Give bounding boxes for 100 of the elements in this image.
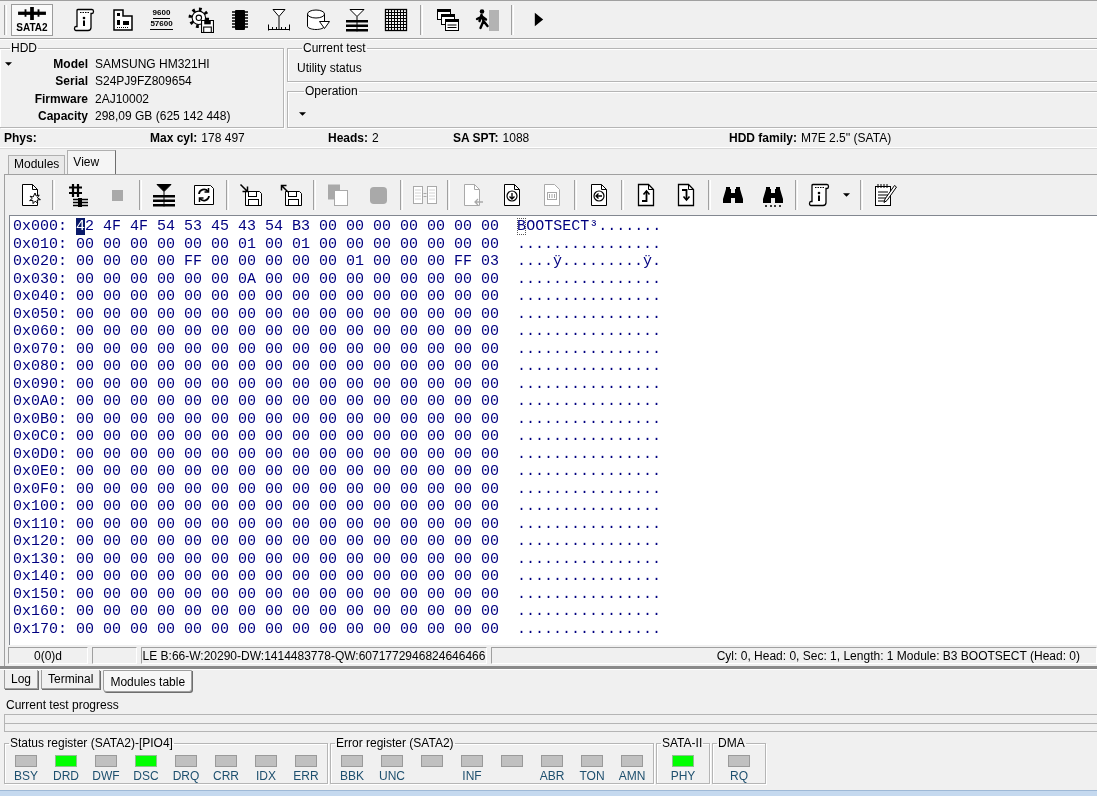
ascii-text: BOOTSECT³....... <box>517 218 662 236</box>
offset-label: 0x090: <box>13 375 67 393</box>
tab[interactable]: Log <box>4 670 39 689</box>
field-label: HDD family: <box>729 130 797 145</box>
panel-title: DMA <box>717 737 746 750</box>
grid-icon[interactable] <box>383 7 408 32</box>
hex-bytes: 00 00 00 00 00 00 01 00 01 00 00 00 00 00 00 00 <box>76 235 500 253</box>
status-cell: 0(0)d <box>8 647 88 664</box>
tab[interactable]: Modules table <box>103 670 193 692</box>
offset-label: 0x0D0: <box>13 445 67 463</box>
offset-label: 0x070: <box>13 340 67 358</box>
hex-bytes: 00 00 00 00 00 00 00 00 00 00 00 00 00 00 00 00 <box>76 410 500 428</box>
ascii-text: ................ <box>517 568 662 586</box>
floppy-arrow-icon[interactable] <box>239 183 263 207</box>
tab[interactable]: Modules <box>8 155 66 174</box>
led-label: DWF <box>92 769 120 783</box>
field-label: Heads: <box>328 130 368 145</box>
connector-icon[interactable] <box>17 6 47 20</box>
hex-bytes: 00 00 00 00 00 00 00 00 00 00 00 00 00 00 00 00 <box>76 340 500 358</box>
offset-label: 0x020: <box>13 253 67 271</box>
ruler-icon[interactable] <box>266 7 291 32</box>
port-button[interactable]: SATA2 <box>11 3 53 36</box>
led-label: IDX <box>256 769 276 783</box>
chip-icon[interactable] <box>230 8 249 31</box>
hex-bytes: 00 00 00 00 00 00 00 00 00 00 00 00 00 00 00 00 <box>76 445 500 463</box>
panel-title: HDD <box>10 42 38 55</box>
offset-label: 0x120: <box>13 533 67 551</box>
field-value: 2AJ10002 <box>95 91 151 106</box>
hex-bytes: 00 00 00 00 00 00 00 00 00 00 00 00 00 00 00 00 <box>76 585 500 603</box>
field-label: Model <box>52 56 88 71</box>
ascii-text: ................ <box>517 445 662 463</box>
ascii-text: ................ <box>517 585 662 603</box>
offset-label: 0x0E0: <box>13 463 67 481</box>
offset-label: 0x010: <box>13 235 67 253</box>
status-cell: LE B:66-W:20290-DW:1414483778-QW:6071772946824646466 <box>141 647 487 664</box>
hex-bytes: 00 00 00 00 00 00 00 00 00 00 00 00 00 00 00 00 <box>76 288 500 306</box>
status-cell: Cyl: 0, Head: 0, Sec: 1, Length: 1 Module: B3 BOOTSECT (Head: 0) <box>491 647 1097 664</box>
ascii-text: ................ <box>517 620 662 638</box>
hex-bytes: 00 00 00 00 00 00 00 00 00 00 00 00 00 00 00 00 <box>76 480 500 498</box>
caret-icon[interactable] <box>5 61 12 66</box>
hex-bytes: 00 00 00 00 FF 00 00 00 00 00 01 00 00 00 FF 03 <box>76 253 500 271</box>
ascii-text: ................ <box>517 603 662 621</box>
floppy-arrow-icon[interactable] <box>279 183 303 207</box>
marker-bars-icon[interactable] <box>344 7 369 32</box>
led-label: BSY <box>14 769 38 783</box>
tab[interactable]: View <box>67 150 117 174</box>
caret-icon[interactable] <box>843 193 850 197</box>
running-figure-icon[interactable] <box>474 7 499 32</box>
scroll-icon[interactable] <box>71 7 96 32</box>
led-label: DSC <box>133 769 159 783</box>
ascii-text: ....ÿ.........ÿ. <box>517 253 662 271</box>
hex-bytes: 00 00 00 00 00 00 00 00 00 00 00 00 00 00 00 00 <box>76 358 500 376</box>
play-icon[interactable] <box>533 12 544 27</box>
hex-bytes: 00 00 00 00 00 00 00 00 00 00 00 00 00 00 00 00 <box>76 550 500 568</box>
panel-title: SATA-II <box>661 737 704 750</box>
marker-bars-icon[interactable] <box>152 183 176 207</box>
hex-bytes: 00 00 00 00 00 00 00 00 00 00 00 00 00 00 00 00 <box>76 375 500 393</box>
hex-bytes: 00 00 00 00 00 00 00 00 00 00 00 00 00 00 00 00 <box>76 428 500 446</box>
hex-bytes: 00 00 00 00 00 00 00 00 00 00 00 00 00 00 00 00 <box>76 463 500 481</box>
hex-bytes: 00 00 00 00 00 00 00 00 00 00 00 00 00 00 00 00 <box>76 323 500 341</box>
scroll-icon[interactable] <box>807 183 831 207</box>
ascii-text: ................ <box>517 515 662 533</box>
field-value: SAMSUNG HM321HI <box>95 56 211 71</box>
field-label: Max cyl: <box>150 130 198 145</box>
offset-label: 0x0F0: <box>13 480 67 498</box>
hex-bytes: 00 00 00 00 00 00 00 00 00 00 00 00 00 00 00 00 <box>76 568 500 586</box>
field-label: Capacity <box>36 109 88 124</box>
offset-label: 0x160: <box>13 603 67 621</box>
baud-rate-button[interactable]: 9600 57600 <box>142 2 181 37</box>
progress-label: Current test progress <box>6 698 119 712</box>
status-cell <box>92 647 137 664</box>
caret-icon[interactable] <box>299 112 306 116</box>
refresh-icon[interactable] <box>192 183 216 207</box>
cylinder-icon[interactable] <box>305 7 330 32</box>
led-label: DRD <box>53 769 79 783</box>
circuit-board-icon[interactable] <box>112 8 133 31</box>
hex-bytes: 00 00 00 00 00 00 00 00 00 00 00 00 00 00 00 00 <box>76 498 500 516</box>
ascii-text: ................ <box>517 550 662 568</box>
led-label: ERR <box>293 769 319 783</box>
offset-label: 0x130: <box>13 550 67 568</box>
ascii-text: ................ <box>517 463 662 481</box>
hex-bytes: 00 00 00 00 00 00 00 00 00 00 00 00 00 00 00 00 <box>76 393 500 411</box>
ascii-text: ................ <box>517 533 662 551</box>
hex-bytes: 00 00 00 00 00 00 00 00 00 00 00 00 00 00 00 00 <box>76 515 500 533</box>
offset-label: 0x000: <box>13 218 67 236</box>
tab[interactable]: Terminal <box>41 670 101 689</box>
led-label: INF <box>462 769 482 783</box>
phys-label: Phys: <box>4 130 38 145</box>
hex-bytes: 00 00 00 00 00 00 00 00 00 00 00 00 00 00 00 00 <box>76 620 500 638</box>
led-label: UNC <box>379 769 405 783</box>
notepad-icon[interactable] <box>873 183 897 207</box>
gear-floppy-icon[interactable] <box>187 6 214 33</box>
ascii-text: ................ <box>517 480 662 498</box>
ascii-text: ................ <box>517 323 662 341</box>
ascii-text: ................ <box>517 270 662 288</box>
offset-label: 0x140: <box>13 568 67 586</box>
ascii-text: ................ <box>517 305 662 323</box>
windows-icon[interactable] <box>435 7 460 32</box>
field-label: Serial <box>54 74 88 89</box>
field-value: S24PJ9FZ809654 <box>95 74 193 89</box>
